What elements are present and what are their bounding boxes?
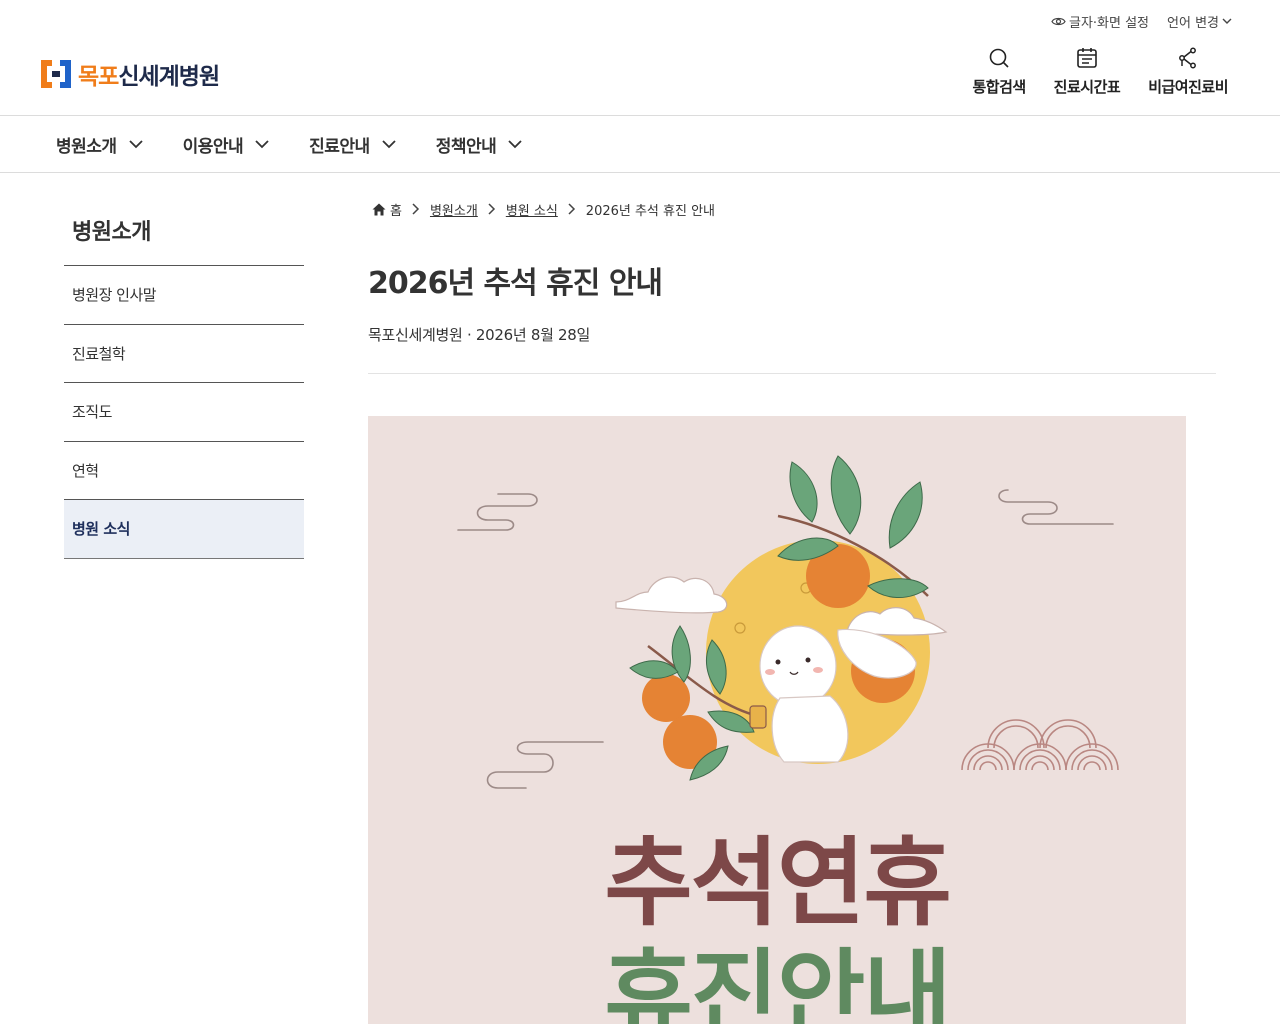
sidebar-title: 병원소개 (64, 214, 304, 266)
chuseok-poster-image: 추석연휴 휴진안내 (368, 416, 1186, 1024)
eye-setting-icon (1051, 17, 1066, 26)
wind-swirl-left-icon (457, 493, 538, 531)
chevron-down-icon (508, 139, 522, 148)
article-meta: 목포신세계병원 · 2026년 8월 28일 (368, 326, 591, 344)
cloud-left-icon (615, 576, 728, 614)
divider (368, 373, 1216, 374)
sidebar-item-history[interactable]: 연혁 (64, 442, 304, 500)
logo-text: 목포신세계병원 (78, 57, 220, 91)
gnb-item-usage[interactable]: 이용안내 (183, 132, 270, 157)
breadcrumb: 홈 병원소개 병원 소식 2026년 추석 휴진 안내 (368, 196, 1216, 222)
font-setting-label: 글자·화면 설정 (1068, 16, 1150, 31)
main-content: 홈 병원소개 병원 소식 2026년 추석 휴진 안내 2026년 추석 휴진 … (368, 196, 1216, 374)
utility-bar: 글자·화면 설정 언어 변경 (1051, 12, 1232, 31)
route-icon (1179, 47, 1197, 69)
gnb-item-label: 진료안내 (309, 136, 370, 157)
quick-link-fees[interactable]: 비급여진료비 (1148, 46, 1228, 97)
poster-title-line2: 휴진안내 (604, 939, 949, 1024)
sidebar-item-philosophy[interactable]: 진료철학 (64, 325, 304, 383)
gnb-item-label: 이용안내 (182, 136, 244, 157)
sidebar-item-greeting[interactable]: 병원장 인사말 (64, 266, 304, 325)
calendar-icon (1077, 48, 1097, 68)
home-icon (372, 203, 386, 215)
logo-text-part1: 목포 (78, 64, 119, 90)
chevron-down-icon (1222, 18, 1232, 24)
gnb-item-about[interactable]: 병원소개 (56, 132, 143, 157)
sidebar-item-organization[interactable]: 조직도 (64, 383, 304, 442)
gnb-item-policy[interactable]: 정책안내 (436, 132, 523, 157)
site-logo[interactable]: 목포신세계병원 (40, 57, 220, 91)
sidebar-item-news[interactable]: 병원 소식 (64, 500, 304, 559)
global-nav: 병원소개 이용안내 진료안내 정책안내 (0, 115, 1280, 173)
quick-link-label: 진료시간표 (1053, 78, 1121, 96)
gnb-item-label: 병원소개 (56, 136, 117, 157)
search-icon (989, 48, 1009, 68)
poster-illustration: 추석연휴 휴진안내 (457, 455, 1119, 1024)
wind-swirl-right-icon (998, 489, 1114, 525)
logo-text-part2: 신세계병원 (118, 64, 220, 90)
gnb-item-label: 정책안내 (435, 136, 497, 157)
breadcrumb-home-label: 홈 (390, 203, 402, 219)
quick-link-label: 비급여진료비 (1148, 78, 1228, 96)
wave-pattern-icon (961, 719, 1119, 771)
breadcrumb-home[interactable]: 홈 (372, 200, 402, 219)
logo-mark-icon (41, 60, 71, 88)
font-setting-link[interactable]: 글자·화면 설정 (1051, 12, 1149, 31)
sidebar: 병원소개 병원장 인사말 진료철학 조직도 연혁 병원 소식 (64, 214, 304, 559)
chevron-right-icon (568, 203, 575, 215)
breadcrumb-link-news[interactable]: 병원 소식 (506, 200, 558, 219)
quick-link-label: 통합검색 (972, 78, 1026, 96)
breadcrumb-current: 2026년 추석 휴진 안내 (585, 203, 715, 219)
chevron-down-icon (128, 139, 143, 148)
gnb-item-treatment[interactable]: 진료안내 (309, 132, 396, 157)
quick-links: 통합검색 진료시간표 비급여진료비 (972, 46, 1228, 97)
quick-link-search[interactable]: 통합검색 (972, 46, 1026, 97)
chevron-down-icon (255, 139, 269, 148)
chevron-right-icon (412, 203, 420, 215)
breadcrumb-link-about[interactable]: 병원소개 (430, 200, 478, 219)
language-label: 언어 변경 (1167, 16, 1219, 31)
chevron-right-icon (488, 203, 495, 215)
wind-swirl-bottom-icon (486, 741, 604, 789)
language-select[interactable]: 언어 변경 (1167, 12, 1232, 31)
chevron-down-icon (382, 139, 396, 148)
poster-title-line1: 추석연휴 (604, 827, 949, 939)
page-title: 2026년 추석 휴진 안내 (368, 266, 663, 301)
quick-link-schedule[interactable]: 진료시간표 (1054, 46, 1121, 97)
